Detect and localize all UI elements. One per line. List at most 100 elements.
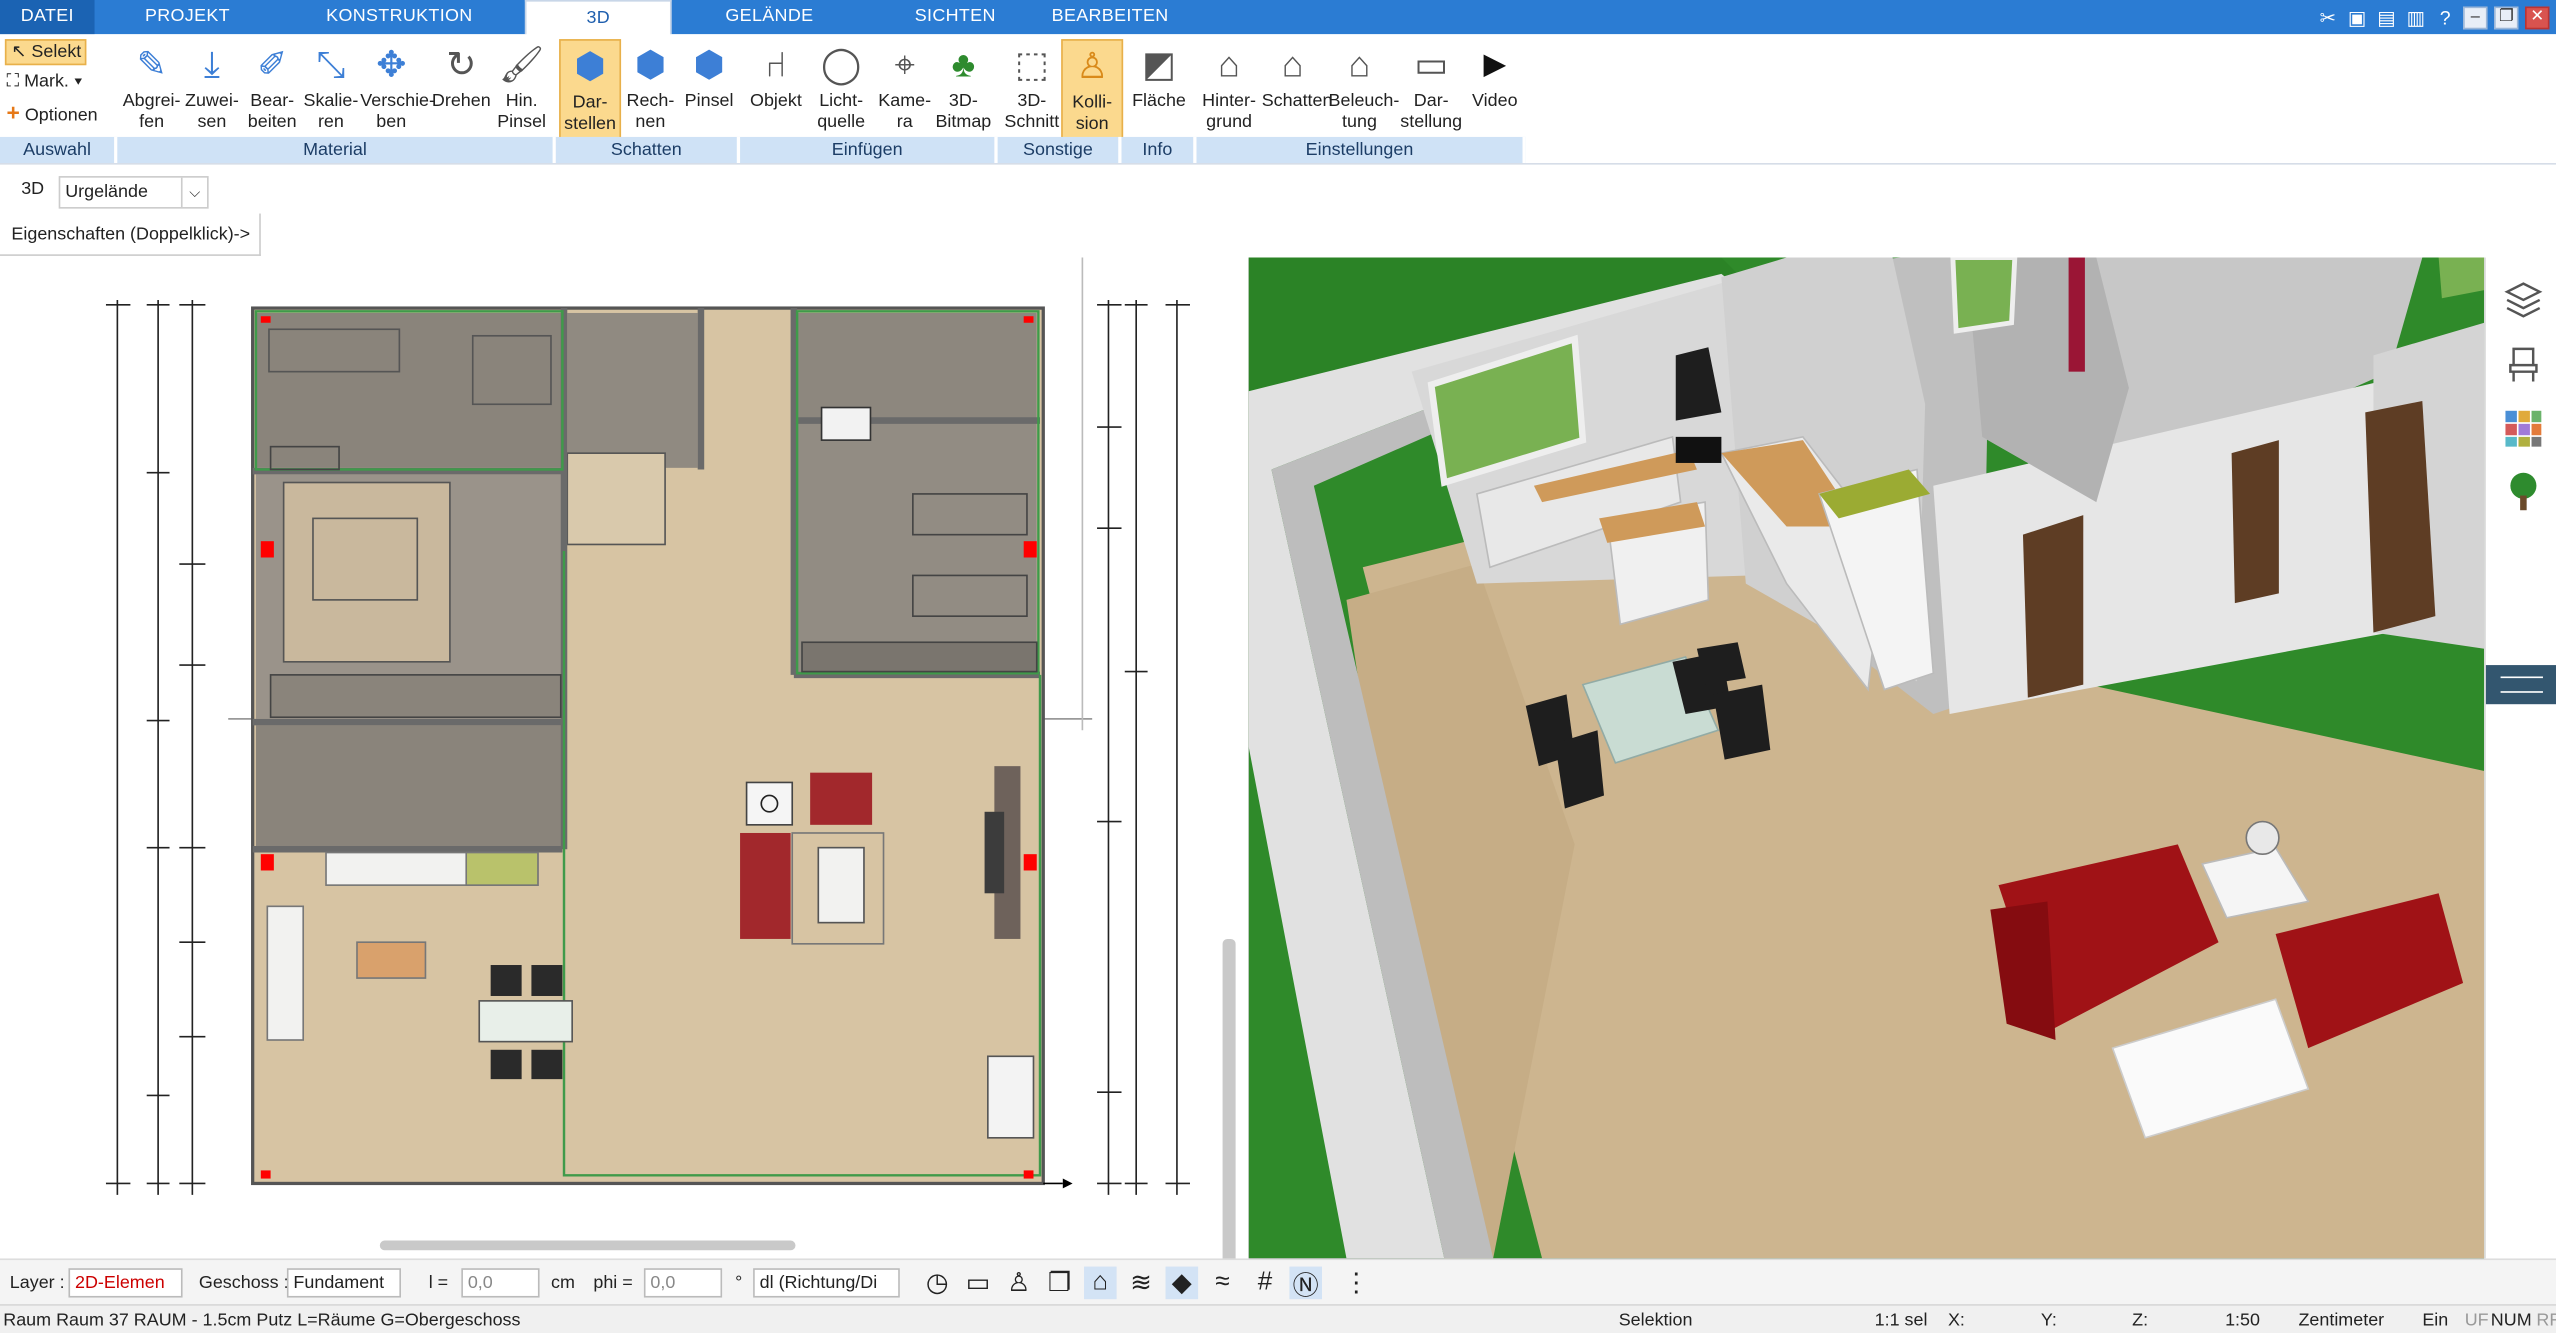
floor-plan-view[interactable] [0,257,1249,1308]
tab-konstruktion[interactable]: KONSTRUKTION [318,0,481,34]
ribbon-button-material-5[interactable]: ↻ Drehen [430,39,492,140]
status-selection: 1:1 sel [1874,1310,1928,1331]
3d-view[interactable] [1248,257,2485,1259]
area-icon: ◩ [1142,43,1176,84]
help-icon[interactable]: ? [2434,6,2457,29]
house-bg-icon: ⌂ [1218,43,1240,84]
ribbon-button-label: Abgrei- [122,91,181,111]
plane-icon[interactable]: ◆ [1165,1266,1199,1300]
ribbon-button-einstellungen-3[interactable]: ▭ Dar-stellung [1400,39,1462,140]
options-button[interactable]: + Optionen [7,99,98,125]
ribbon-button-label: 3D- [1017,91,1047,111]
plan-vertical-scrollbar[interactable] [1222,938,1236,1308]
tab-projekt[interactable]: PROJEKT [130,0,244,34]
plan-horizontal-scrollbar[interactable] [379,1240,796,1251]
ribbon-button-material-4[interactable]: ✥ Verschie-ben [360,39,435,140]
ribbon-button-einfuegen-1[interactable]: ◯ Licht-quelle [810,39,872,140]
select-button[interactable]: ↖ Selekt [4,39,87,66]
tab-datei[interactable]: DATEI [0,0,95,35]
phi-input[interactable]: 0,0 [643,1268,723,1298]
plus-icon: + [6,99,20,126]
ribbon-button-label: Fläche [1132,91,1186,111]
tab-gelaende[interactable]: GELÄNDE [712,0,826,34]
options-label: Optionen [24,105,98,126]
folder-icon[interactable]: ▣ [2346,6,2369,29]
ribbon-button-label: Drehen [431,91,491,111]
length-label: l = [428,1273,449,1293]
ribbon-button-material-3[interactable]: ⤡ Skalie-ren [300,39,362,140]
layout-icon[interactable]: ▤ [2375,6,2398,29]
ribbon-button-sonstige-0[interactable]: ⬚ 3D- Schnitt [1001,39,1063,140]
clock-icon[interactable]: ◷ [921,1267,954,1300]
ribbon-button-einstellungen-0[interactable]: ⌂ Hinter-grund [1198,39,1260,140]
properties-hint: Eigenschaften (Doppelklick)-> [11,224,251,245]
ribbon-button-label-2: quelle [817,112,866,133]
ribbon-button-material-1[interactable]: ⤓ Zuwei-sen [181,39,243,140]
tree-icon[interactable] [2502,469,2544,511]
ribbon-button-einfuegen-3[interactable]: ♣ 3D- Bitmap [932,39,994,140]
tab-3d[interactable]: 3D [524,0,672,36]
roof-icon[interactable]: ⌂ [1084,1266,1117,1300]
ribbon-button-einfuegen-2[interactable]: ⌖ Kame-ra [874,39,936,140]
group-label-sonstige: Sonstige [997,136,1122,164]
ribbon-button-label: Hinter- [1202,91,1256,111]
chevron-down-icon: ⌵ [180,177,207,208]
ribbon-button-label-2: sion [1075,114,1109,134]
floor-plan-drawing [105,257,1190,1195]
properties-hint-bar[interactable]: Eigenschaften (Doppelklick)-> [0,213,261,256]
furniture-icon[interactable] [2502,342,2544,384]
monitor-icon[interactable]: ▭ [962,1267,995,1300]
status-rf: RF [2536,1310,2556,1331]
length-input[interactable]: 0,0 [461,1268,540,1298]
terrain-icon[interactable]: ≈ [1206,1267,1239,1300]
north-icon[interactable]: Ⓝ [1289,1266,1323,1301]
mark-button[interactable]: ⛶ Mark. ▾ [7,68,83,94]
ribbon-button-schatten-0[interactable]: ⬢ Dar-stellen [559,39,622,141]
tab-bearbeiten[interactable]: BEARBEITEN [1047,0,1174,34]
panel-toggle-button[interactable] [2485,665,2556,705]
ribbon-button-schatten-2[interactable]: ⬢ Pinsel [678,39,740,140]
status-mode: Selektion [1618,1310,1693,1331]
materials-palette-icon[interactable] [2502,408,2544,450]
length-unit: cm [550,1273,575,1293]
ribbon-button-info-0[interactable]: ◩ Fläche [1128,39,1190,140]
restore-button[interactable]: ❐ [2494,5,2519,29]
ribbon-button-einfuegen-0[interactable]: ⑁ Objekt [745,39,807,140]
layers-icon[interactable] [2502,277,2544,319]
ribbon-button-label: Pinsel [684,91,734,111]
ribbon-button-label-2: Schnitt [1004,112,1060,133]
ribbon-button-einstellungen-4[interactable]: ▶ Video [1464,39,1526,140]
rotate-icon: ↻ [446,43,477,84]
ribbon-button-material-6[interactable]: 🖌 Hin. Pinsel [491,39,553,140]
tab-sichten[interactable]: SICHTEN [905,0,1006,34]
cube-shadow-icon: ⬢ [574,44,606,86]
direction-select[interactable]: dl (Richtung/Di [753,1268,900,1298]
monitor-icon: ▭ [1414,43,1449,84]
ribbon: ↖ Selekt ⛶ Mark. ▾ + Optionen ✎ Abgrei-fe… [0,34,2556,165]
minimize-button[interactable]: – [2463,5,2488,29]
copy-icon[interactable]: ❐ [1043,1267,1076,1300]
terrain-select[interactable]: Urgelände ⌵ [58,176,209,209]
ribbon-button-material-2[interactable]: ✐ Bear-beiten [241,39,303,140]
tools-icon[interactable]: ✂ [2316,6,2339,29]
grid-icon[interactable]: # [1249,1267,1282,1300]
ribbon-button-einstellungen-2[interactable]: ⌂ Beleuch-tung [1329,39,1400,140]
status-num: NUM [2490,1310,2532,1331]
ribbon-button-schatten-1[interactable]: ⬢ Rech-nen [619,39,681,140]
floor-select[interactable]: Fundament [286,1268,402,1298]
group-label-material: Material [117,136,556,164]
scale-icon: ⤡ [316,43,346,84]
ribbon-tab-bar: DATEI PROJEKT KONSTRUKTION 3D GELÄNDE SI… [0,0,2556,36]
walk-icon[interactable]: ♙ [1003,1267,1036,1300]
group-label-einstellungen: Einstellungen [1196,136,1526,164]
length-value: 0,0 [467,1273,493,1293]
ribbon-button-label: Rech- [626,91,675,111]
close-button[interactable]: ✕ [2525,5,2550,29]
layers-3d-icon[interactable]: ≋ [1125,1267,1158,1300]
ribbon-button-material-0[interactable]: ✎ Abgrei-fen [121,39,183,140]
ribbon-button-sonstige-1[interactable]: ♙ Kolli-sion [1061,39,1124,141]
layer-select[interactable]: 2D-Elemen [68,1268,183,1298]
ribbon-button-einstellungen-1[interactable]: ⌂ Schatten [1262,39,1333,140]
window-icon[interactable]: ▥ [2404,6,2427,29]
more-options-icon[interactable]: ⋮ [1340,1267,1373,1300]
